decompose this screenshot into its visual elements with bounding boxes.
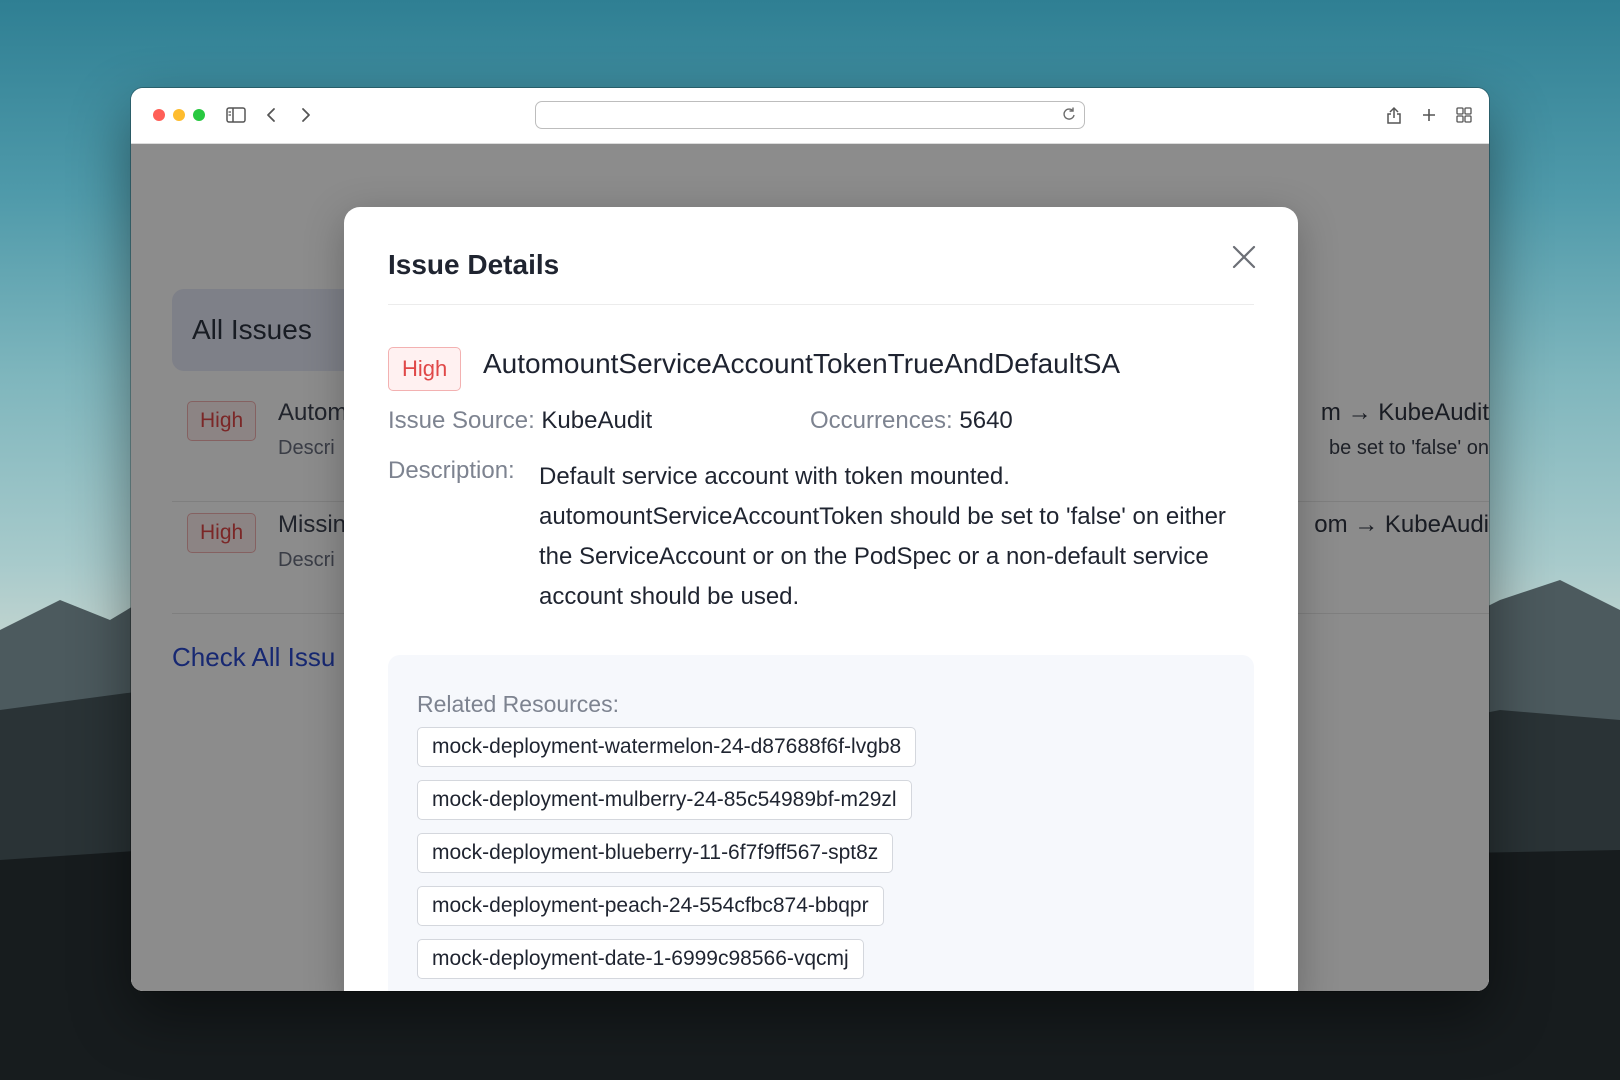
modal-title: Issue Details xyxy=(388,249,560,280)
browser-toolbar xyxy=(131,88,1489,144)
browser-window: All Issues High Autom Descri m → KubeAud… xyxy=(131,88,1489,991)
back-chevron-icon[interactable] xyxy=(258,102,284,128)
resource-chip[interactable]: mock-deployment-mulberry-24-85c54989bf-m… xyxy=(417,780,912,820)
address-bar[interactable] xyxy=(535,101,1085,129)
close-window-button[interactable] xyxy=(153,109,165,121)
close-icon[interactable] xyxy=(1230,243,1258,271)
header-divider xyxy=(388,304,1254,305)
occurrences-label: Occurrences: xyxy=(810,407,953,434)
tab-overview-icon[interactable] xyxy=(1451,102,1477,128)
page-content: All Issues High Autom Descri m → KubeAud… xyxy=(131,144,1489,991)
issue-source-value: KubeAudit xyxy=(541,407,653,434)
severity-badge: High xyxy=(388,347,462,391)
occurrences-field: Occurrences: 5640 xyxy=(810,407,1013,435)
issue-details-modal: Issue Details High AutomountServiceAccou… xyxy=(344,207,1298,991)
related-resources-label: Related Resources: xyxy=(417,691,619,717)
share-icon[interactable] xyxy=(1381,102,1407,128)
issue-source-field: Issue Source: KubeAudit xyxy=(388,407,652,435)
related-resources-panel: Related Resources: mock-deployment-water… xyxy=(388,655,1254,991)
resource-list: mock-deployment-watermelon-24-d87688f6f-… xyxy=(417,727,917,991)
reload-icon[interactable] xyxy=(1060,105,1078,123)
description-label: Description: xyxy=(388,457,515,484)
occurrences-value: 5640 xyxy=(959,407,1013,434)
resource-chip[interactable]: mock-deployment-blueberry-11-6f7f9ff567-… xyxy=(417,833,894,873)
description-text: Default service account with token mount… xyxy=(539,463,1226,610)
sidebar-toggle-icon[interactable] xyxy=(223,102,249,128)
issue-source-label: Issue Source: xyxy=(388,407,535,434)
zoom-window-button[interactable] xyxy=(193,109,205,121)
forward-chevron-icon[interactable] xyxy=(293,102,319,128)
issue-title: AutomountServiceAccountTokenTrueAndDefau… xyxy=(483,348,1121,379)
resource-chip[interactable]: mock-deployment-peach-24-554cfbc874-bbqp… xyxy=(417,886,884,926)
resource-chip[interactable]: mock-deployment-date-1-6999c98566-vqcmj xyxy=(417,939,864,979)
resource-chip[interactable]: mock-deployment-watermelon-24-d87688f6f-… xyxy=(417,727,917,767)
minimize-window-button[interactable] xyxy=(173,109,185,121)
new-tab-plus-icon[interactable] xyxy=(1416,102,1442,128)
